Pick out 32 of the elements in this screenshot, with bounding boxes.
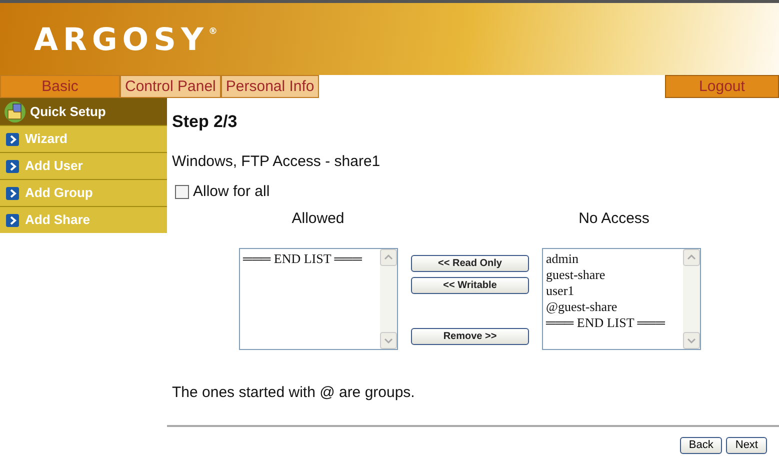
list-item[interactable]: user1 (546, 283, 574, 299)
scroll-down-icon[interactable] (380, 332, 397, 349)
allow-all-checkbox[interactable]: Allow for all (175, 181, 779, 204)
list-box[interactable]: admin guest-share user1 @guest-share ═══ END LIST ═══ (542, 248, 701, 350)
list-item[interactable]: ═══ END LIST ═══ (243, 251, 362, 267)
chevron-icon (6, 160, 19, 172)
nav-tab[interactable]: Control Panel (120, 75, 221, 98)
list-item[interactable]: guest-share (546, 267, 606, 283)
chevron-icon (6, 132, 19, 146)
scroll-up-icon[interactable] (380, 249, 397, 266)
action-button[interactable]: << Writable (411, 277, 529, 294)
sidebar-title: Quick Setup (30, 102, 106, 121)
list-item[interactable]: @guest-share (546, 299, 618, 315)
scroll-down-icon[interactable] (683, 332, 700, 349)
list-item[interactable]: admin (546, 251, 578, 267)
nav-button[interactable]: Next (726, 436, 767, 454)
list-box[interactable]: ═══ END LIST ═══ (239, 248, 398, 350)
nav-button[interactable]: Back (680, 436, 722, 454)
action-button[interactable]: Remove >> (411, 328, 529, 345)
action-button[interactable]: << Read Only (411, 255, 529, 272)
list-item[interactable]: ═══ END LIST ═══ (546, 315, 665, 331)
step-title: Step 2/3 (172, 111, 238, 133)
argosy-logo: ARGOSY$^{®}$ (34, 25, 218, 56)
page-subtitle: Windows, FTP Access - share1 (172, 152, 382, 172)
note-text: The ones started with @ are groups. (172, 383, 416, 403)
scroll-up-icon[interactable] (683, 249, 700, 266)
column-heading: Allowed (292, 210, 344, 226)
chevron-icon (6, 214, 19, 226)
column-heading: No Access (578, 210, 650, 226)
chevron-icon (6, 186, 19, 200)
nav-tab[interactable]: Personal Info (220, 75, 320, 98)
folder-icon (4, 100, 26, 122)
